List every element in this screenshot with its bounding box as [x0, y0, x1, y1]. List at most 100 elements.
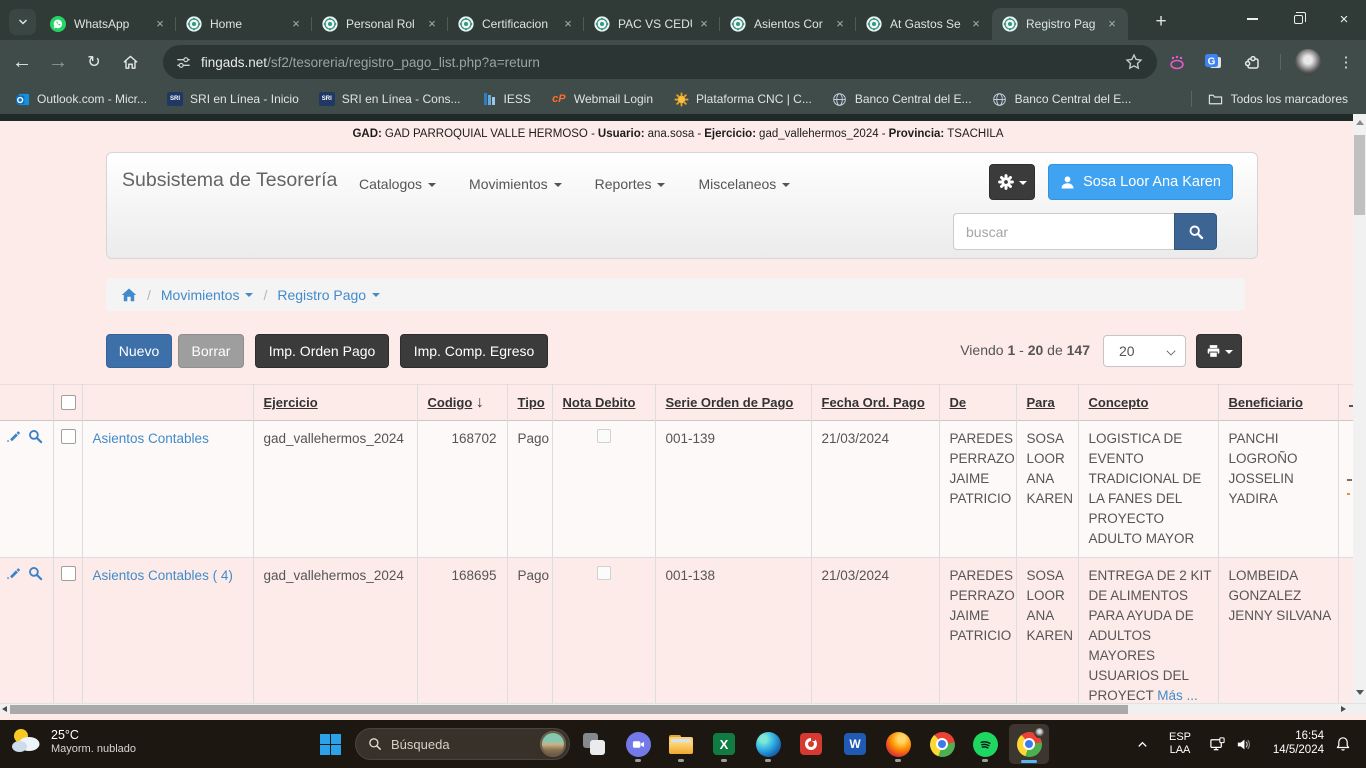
horizontal-scroll-thumb[interactable] [10, 705, 1128, 714]
site-settings-icon[interactable] [176, 55, 191, 70]
bookmark-banco-central-1[interactable]: Banco Central del E... [832, 91, 972, 107]
file-explorer-button[interactable] [662, 725, 700, 763]
bookmark-sri-consultas[interactable]: SRI SRI en Línea - Cons... [319, 91, 461, 107]
network-tray-icon[interactable] [1203, 720, 1231, 768]
tab-registro-pago-active[interactable]: Registro Pag × [992, 8, 1128, 40]
bookmark-sri-inicio[interactable]: SRI SRI en Línea - Inicio [167, 91, 299, 107]
tab-personal-rol[interactable]: Personal Rol × [312, 8, 448, 40]
header-ejercicio[interactable]: Ejercicio [253, 385, 417, 421]
tab-certificacion[interactable]: Certificacion × [448, 8, 584, 40]
menu-reportes[interactable]: Reportes [595, 176, 666, 192]
edge-button[interactable] [749, 725, 787, 763]
volume-tray-icon[interactable] [1229, 720, 1257, 768]
language-indicator[interactable]: ESP LAA [1160, 720, 1200, 768]
tab-home[interactable]: Home × [176, 8, 312, 40]
nuevo-button[interactable]: Nuevo [106, 334, 172, 368]
search-input[interactable] [953, 213, 1174, 250]
tray-expand-button[interactable] [1128, 720, 1156, 768]
row-checkbox[interactable] [61, 429, 76, 444]
window-close-button[interactable]: × [1321, 0, 1366, 38]
tab-close-icon[interactable]: × [152, 16, 168, 32]
record-link[interactable]: Asientos Contables ( 4) [93, 568, 233, 583]
spotify-button[interactable] [966, 725, 1004, 763]
header-serie[interactable]: Serie Orden de Pago [655, 385, 811, 421]
select-all-checkbox[interactable] [61, 395, 76, 410]
home-icon[interactable] [121, 287, 137, 303]
task-view-button[interactable] [575, 725, 613, 763]
header-codigo[interactable]: Codigo ↓ [417, 385, 507, 421]
bookmark-banco-central-2[interactable]: Banco Central del E... [992, 91, 1132, 107]
home-button[interactable] [113, 40, 147, 84]
header-tipo[interactable]: Tipo [507, 385, 552, 421]
new-tab-button[interactable]: + [1149, 10, 1173, 34]
tab-close-icon[interactable]: × [1104, 16, 1120, 32]
vertical-scroll-thumb[interactable] [1354, 135, 1365, 215]
back-button[interactable]: ← [5, 40, 39, 84]
firefox-button[interactable] [879, 725, 917, 763]
taskbar-search-box[interactable]: Búsqueda [355, 728, 570, 760]
scroll-down-arrow[interactable] [1356, 690, 1364, 695]
more-link[interactable]: Más ... [1157, 688, 1198, 703]
header-fecha[interactable]: Fecha Ord. Pago [811, 385, 939, 421]
scroll-up-arrow[interactable] [1356, 120, 1364, 125]
settings-gear-button[interactable] [989, 164, 1035, 200]
imp-comp-egreso-button[interactable]: Imp. Comp. Egreso [400, 334, 548, 368]
scroll-left-arrow[interactable] [2, 706, 7, 712]
nota-debito-checkbox[interactable] [597, 566, 611, 580]
edit-pencil-icon[interactable] [6, 566, 21, 587]
view-magnifier-icon[interactable] [28, 566, 43, 587]
excel-button[interactable]: X [705, 725, 743, 763]
horizontal-scrollbar[interactable] [0, 703, 1366, 714]
extension-pink-icon[interactable] [1161, 40, 1193, 84]
profile-avatar[interactable] [1292, 40, 1324, 84]
bookmark-star-icon[interactable] [1125, 53, 1143, 71]
window-restore-button[interactable] [1275, 0, 1321, 38]
teams-chat-button[interactable] [619, 725, 657, 763]
menu-catalogos[interactable]: Catalogos [359, 176, 436, 192]
edit-pencil-icon[interactable] [6, 429, 21, 450]
all-bookmarks-button[interactable]: Todos los marcadores [1208, 91, 1348, 107]
vertical-scrollbar[interactable] [1353, 114, 1366, 703]
bookmark-plataforma-cnc[interactable]: Plataforma CNC | C... [673, 91, 812, 107]
row-checkbox[interactable] [61, 566, 76, 581]
taskbar-clock[interactable]: 16:54 14/5/2024 [1262, 720, 1324, 768]
header-para[interactable]: Para [1016, 385, 1078, 421]
taskbar-weather-widget[interactable]: 25°C Mayorm. nublado [10, 725, 136, 757]
scroll-right-arrow[interactable] [1341, 706, 1346, 712]
tab-close-icon[interactable]: × [832, 16, 848, 32]
chrome-button[interactable] [923, 725, 961, 763]
header-concepto[interactable]: Concepto [1078, 385, 1218, 421]
header-beneficiario[interactable]: Beneficiario [1218, 385, 1338, 421]
imp-orden-pago-button[interactable]: Imp. Orden Pago [255, 334, 389, 368]
tab-search-button[interactable] [9, 9, 36, 35]
tab-close-icon[interactable]: × [560, 16, 576, 32]
tab-close-icon[interactable]: × [288, 16, 304, 32]
record-link[interactable]: Asientos Contables [93, 431, 209, 446]
active-chrome-window-button[interactable] [1009, 724, 1049, 764]
tab-at-gastos[interactable]: At Gastos Se × [856, 8, 992, 40]
view-magnifier-icon[interactable] [28, 429, 43, 450]
user-button[interactable]: Sosa Loor Ana Karen [1048, 164, 1233, 200]
tab-pac-vs-cedu[interactable]: PAC VS CEDU × [584, 8, 720, 40]
forward-button[interactable]: → [41, 40, 75, 84]
tab-close-icon[interactable]: × [424, 16, 440, 32]
window-minimize-button[interactable] [1229, 0, 1275, 38]
header-nota-debito[interactable]: Nota Debito [552, 385, 655, 421]
page-size-select[interactable]: 20 [1103, 335, 1186, 367]
breadcrumb-registro-pago[interactable]: Registro Pago [277, 287, 380, 303]
start-button[interactable] [311, 725, 349, 763]
breadcrumb-movimientos[interactable]: Movimientos [161, 287, 254, 303]
address-bar[interactable]: fingads.net/sf2/tesoreria/registro_pago_… [163, 45, 1157, 79]
nota-debito-checkbox[interactable] [597, 429, 611, 443]
bookmark-outlook[interactable]: Outlook.com - Micr... [14, 91, 147, 107]
tab-whatsapp[interactable]: WhatsApp × [40, 8, 176, 40]
tab-close-icon[interactable]: × [968, 16, 984, 32]
extensions-puzzle-icon[interactable] [1237, 40, 1269, 84]
browser-menu-icon[interactable]: ⋮ [1330, 40, 1362, 84]
menu-movimientos[interactable]: Movimientos [469, 176, 562, 192]
menu-miscelaneos[interactable]: Miscelaneos [698, 176, 790, 192]
word-button[interactable]: W [836, 725, 874, 763]
header-de[interactable]: De [939, 385, 1016, 421]
borrar-button[interactable]: Borrar [178, 334, 244, 368]
reload-button[interactable]: ↻ [77, 40, 111, 84]
